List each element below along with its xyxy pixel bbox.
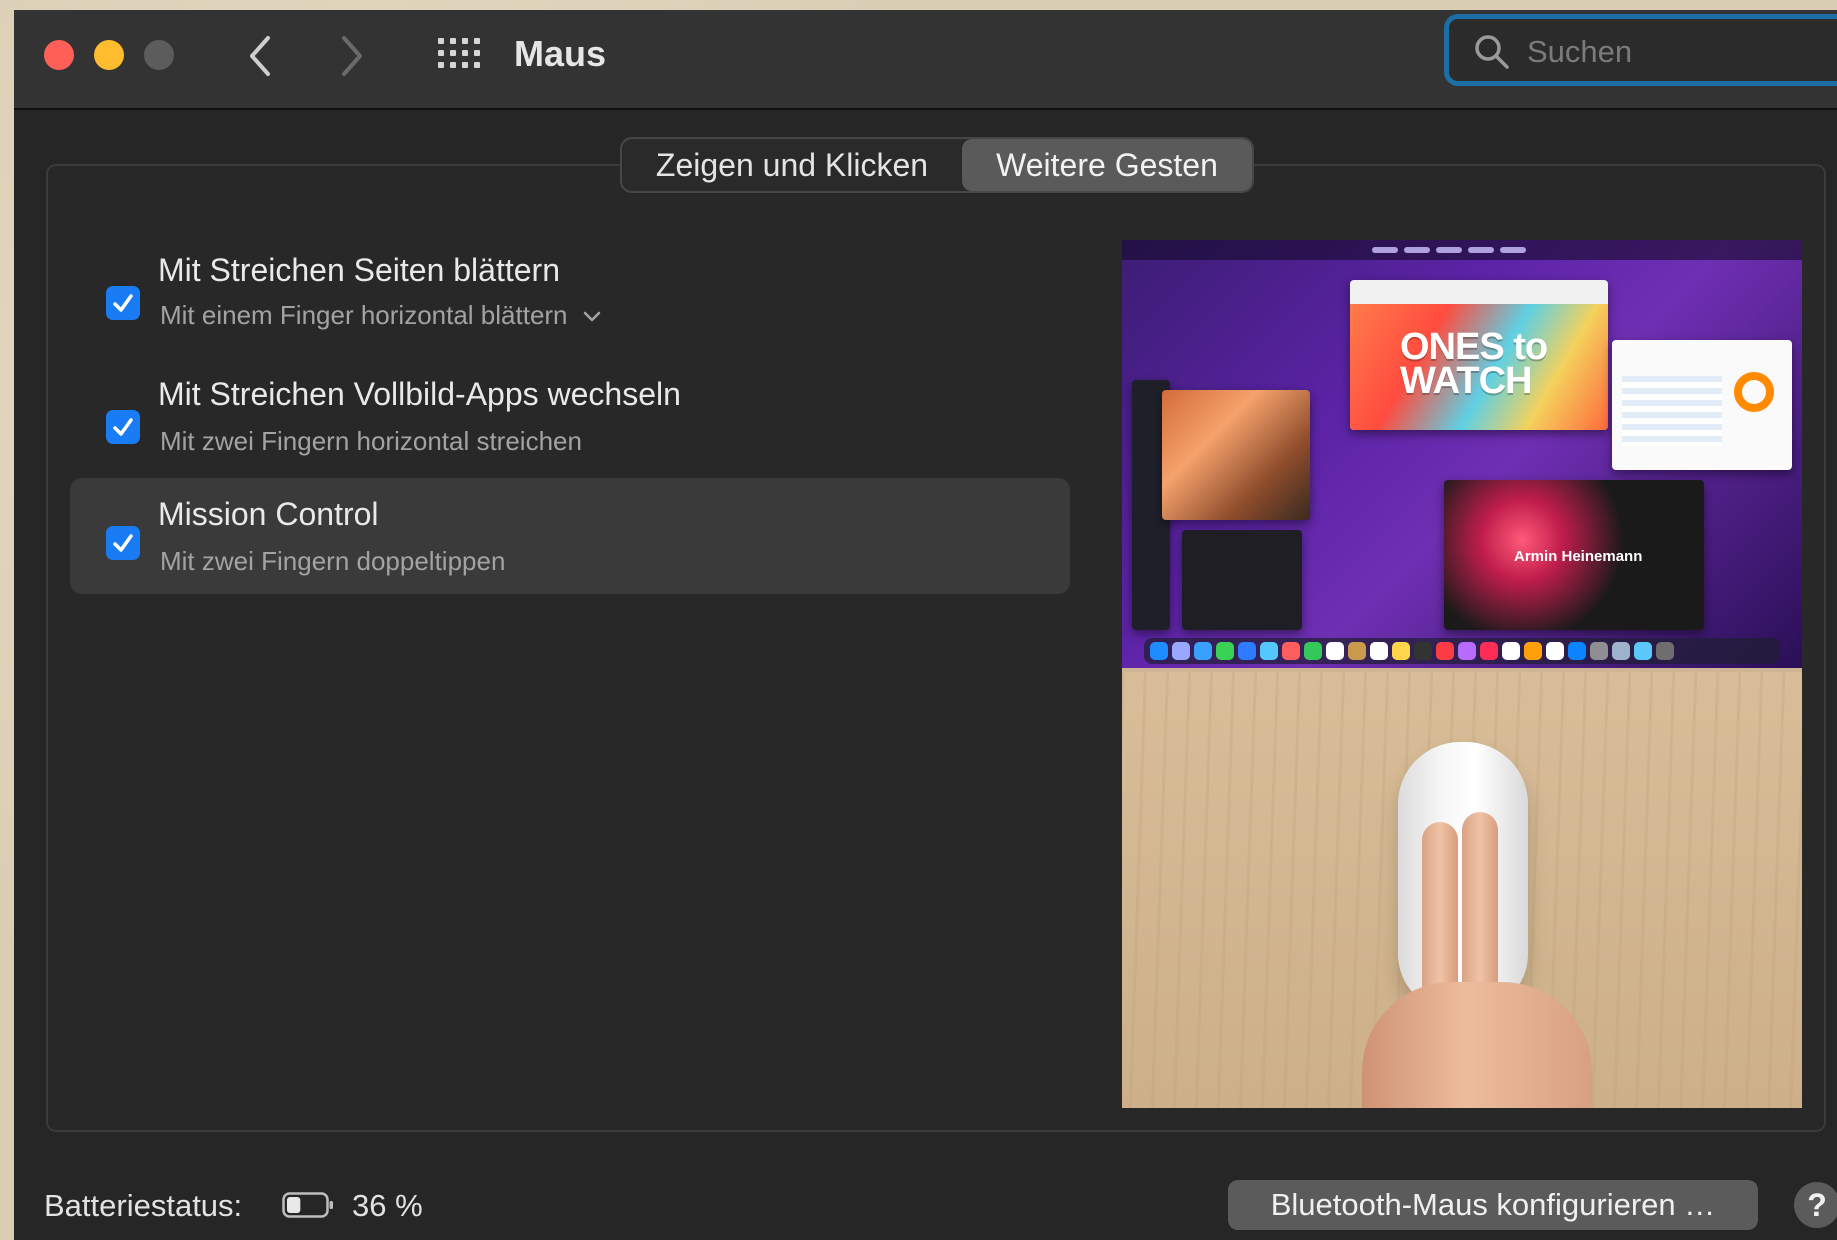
zoom-button bbox=[144, 40, 174, 70]
preview-tv-window: ONES to WATCH bbox=[1350, 280, 1608, 430]
forward-button[interactable] bbox=[332, 32, 372, 80]
checkmark-icon bbox=[113, 418, 133, 436]
preview-palm bbox=[1362, 982, 1592, 1108]
preview-artist-text: Armin Heinemann bbox=[1514, 548, 1643, 565]
gesture-title: Mission Control bbox=[158, 496, 379, 532]
back-button[interactable] bbox=[240, 32, 280, 80]
configure-bluetooth-mouse-button[interactable]: Bluetooth-Maus konfigurieren … bbox=[1228, 1180, 1758, 1230]
gesture-subtitle: Mit einem Finger horizontal blättern bbox=[160, 300, 568, 330]
preview-desk bbox=[1122, 672, 1802, 1108]
preview-dock bbox=[1144, 638, 1780, 664]
tab-control: Zeigen und Klicken Weitere Gesten bbox=[620, 137, 1254, 193]
system-preferences-window: Maus Zeigen und Klicken Weitere Gesten M… bbox=[14, 10, 1837, 1240]
battery-icon bbox=[282, 1192, 333, 1218]
window-title: Maus bbox=[514, 33, 607, 74]
battery-status-label: Batteriestatus: bbox=[44, 1188, 243, 1223]
preview-music-window: Armin Heinemann bbox=[1444, 480, 1704, 630]
forward-chevron-icon bbox=[342, 36, 362, 76]
gesture-title: Mit Streichen Vollbild-Apps wechseln bbox=[158, 376, 681, 412]
preview-screen: ONES to WATCH Armin Heinemann bbox=[1122, 240, 1802, 668]
titlebar: Maus bbox=[14, 10, 1837, 110]
search-input[interactable] bbox=[1525, 29, 1829, 75]
gesture-option-dropdown[interactable]: Mit einem Finger horizontal blättern bbox=[160, 300, 601, 331]
battery-percent: 36 % bbox=[352, 1188, 423, 1223]
close-button[interactable] bbox=[44, 40, 74, 70]
mission-control-checkbox[interactable] bbox=[106, 526, 140, 560]
help-button[interactable]: ? bbox=[1794, 1182, 1837, 1228]
tab-weitere-gesten[interactable]: Weitere Gesten bbox=[962, 139, 1252, 191]
preview-photo-window bbox=[1162, 390, 1310, 520]
search-field[interactable] bbox=[1444, 14, 1837, 86]
gesture-preview-video: ONES to WATCH Armin Heinemann bbox=[1122, 240, 1802, 1108]
back-chevron-icon bbox=[250, 36, 270, 76]
chevron-down-icon bbox=[583, 311, 601, 322]
preview-tv-text: ONES to WATCH bbox=[1400, 326, 1548, 402]
minimize-button[interactable] bbox=[94, 40, 124, 70]
gesture-title: Mit Streichen Seiten blättern bbox=[158, 252, 560, 288]
gesture-subtitle: Mit zwei Fingern doppeltippen bbox=[160, 546, 506, 576]
preview-menubar bbox=[1122, 240, 1802, 260]
swipe-pages-checkbox[interactable] bbox=[106, 286, 140, 320]
gesture-subtitle: Mit zwei Fingern horizontal streichen bbox=[160, 426, 582, 456]
tab-zeigen-und-klicken[interactable]: Zeigen und Klicken bbox=[622, 139, 962, 191]
show-all-button[interactable] bbox=[434, 34, 484, 78]
gesture-swipe-pages[interactable]: Mit Streichen Seiten blättern Mit einem … bbox=[70, 238, 1070, 354]
checkmark-icon bbox=[113, 294, 133, 312]
preview-messages-window bbox=[1182, 530, 1302, 630]
search-icon bbox=[1475, 35, 1509, 69]
swipe-fullscreen-checkbox[interactable] bbox=[106, 410, 140, 444]
gesture-mission-control[interactable]: Mission Control Mit zwei Fingern doppelt… bbox=[70, 478, 1070, 594]
checkmark-icon bbox=[113, 534, 133, 552]
preview-sheet-window bbox=[1612, 340, 1792, 470]
grid-icon bbox=[438, 38, 480, 68]
gesture-swipe-fullscreen-apps[interactable]: Mit Streichen Vollbild-Apps wechseln Mit… bbox=[70, 362, 1070, 478]
footer-bar: Batteriestatus: 36 % Bluetooth-Maus konf… bbox=[14, 1160, 1837, 1240]
